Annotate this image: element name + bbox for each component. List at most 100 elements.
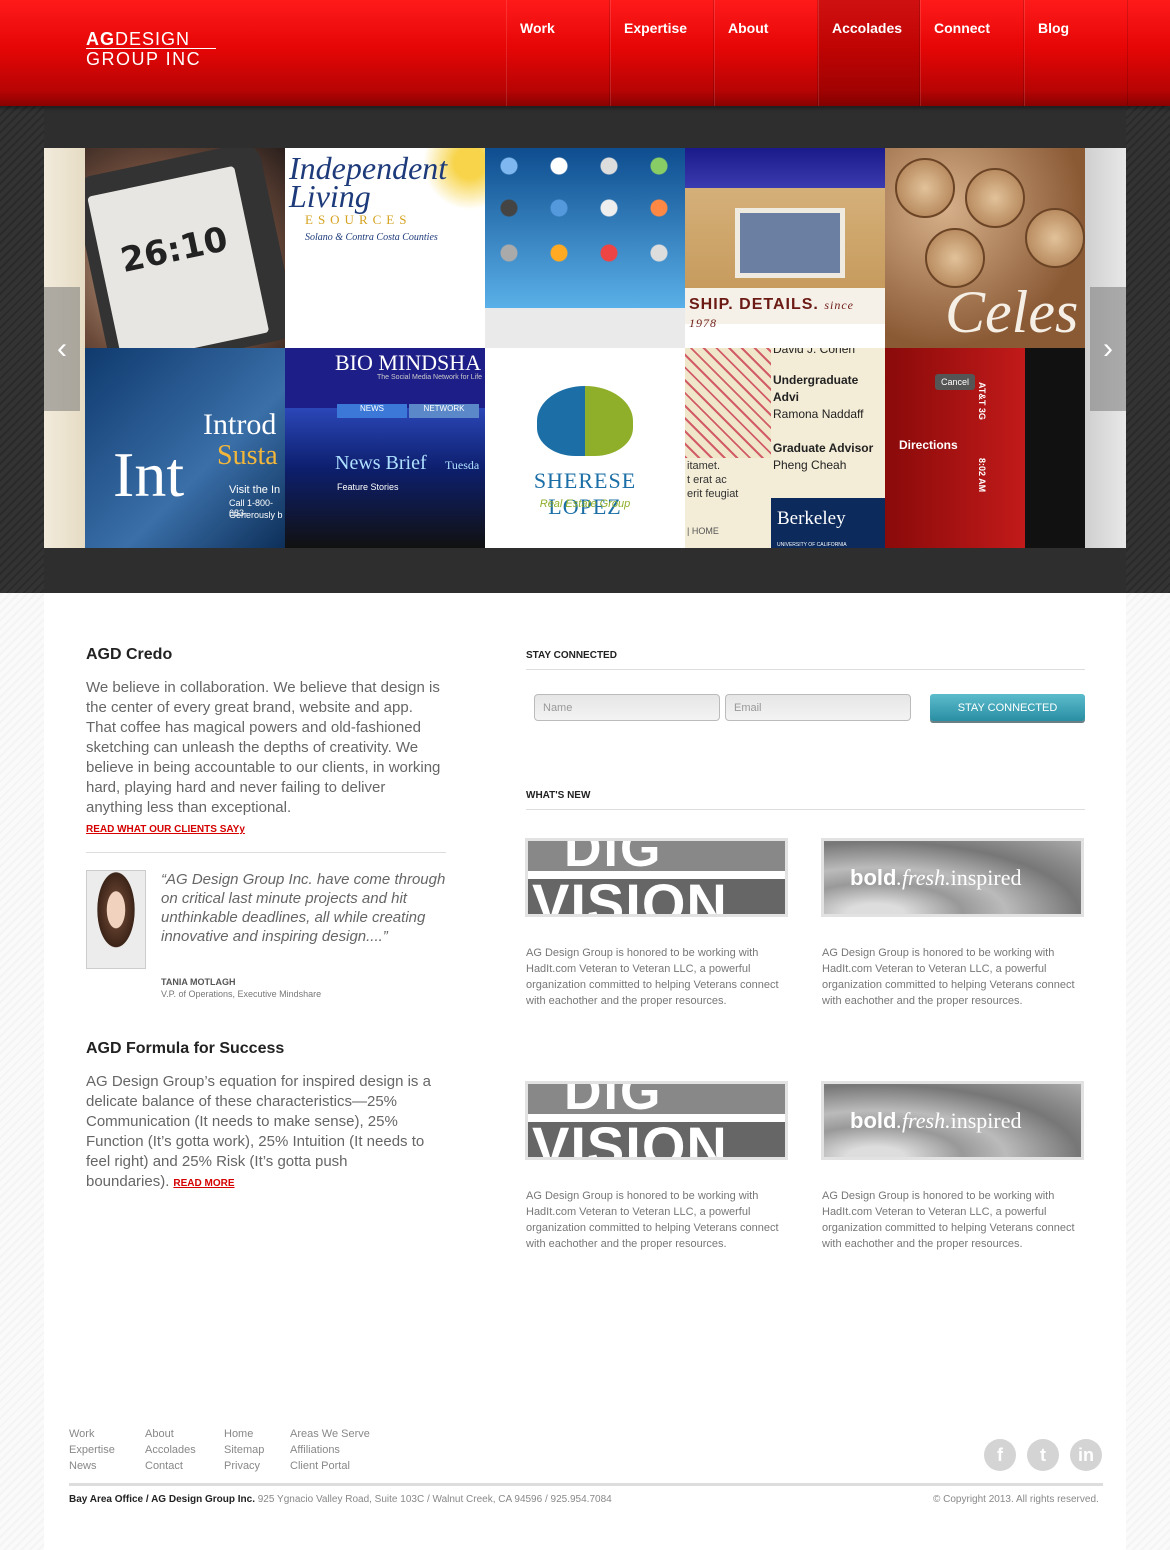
tile-intro-sustain[interactable]: Int Introd Susta Visit the In Call 1-800… <box>85 348 285 548</box>
tile-bio-tab-news: NEWS <box>337 404 407 418</box>
stay-connected-button[interactable]: STAY CONNECTED <box>930 694 1085 721</box>
testimonial-role: V.P. of Operations, Executive Mindshare <box>161 989 322 999</box>
tile-sub: Real Estate Group <box>539 498 631 510</box>
footer-link-areas[interactable]: Areas We Serve <box>290 1426 370 1442</box>
formula-body: AG Design Group’s equation for inspired … <box>86 1073 431 1190</box>
footer-rule <box>69 1483 1103 1486</box>
logo-line2: GROUP INC <box>86 48 216 68</box>
footer-link-privacy[interactable]: Privacy <box>224 1458 264 1474</box>
footer-link-news[interactable]: News <box>69 1458 115 1474</box>
news-image-vision[interactable]: DIG VISION <box>525 1081 788 1160</box>
bold-tagline: bold.fresh.inspired <box>850 865 1022 891</box>
inspired-word: inspired <box>950 865 1022 890</box>
tile-sherese-lopez[interactable]: SHERESE LOPEZ Real Estate Group <box>485 348 685 548</box>
portfolio-slider: 26:10 Independent Living ESOURCES Solano… <box>85 148 1085 548</box>
phone-screen: 26:10 <box>87 165 270 348</box>
chevron-left-icon: ‹ <box>57 332 67 365</box>
tile-intro: Introd <box>203 408 277 441</box>
whats-new-label: WHAT'S NEW <box>526 790 591 801</box>
berkeley-badge: Berkeley UNIVERSITY OF CALIFORNIA <box>771 498 885 548</box>
tile-banner: SHIP. DETAILS. since 1978 <box>685 288 885 330</box>
grad-name: Pheng Cheah <box>773 458 847 472</box>
tile-bio-mindshare[interactable]: BIO MINDSHA The Social Media Network for… <box>285 348 485 548</box>
berkeley-uni: UNIVERSITY OF CALIFORNIA <box>777 542 847 548</box>
tile-independent-living[interactable]: Independent Living ESOURCES Solano & Con… <box>285 148 485 348</box>
berkeley-text: Berkeley <box>777 508 846 529</box>
news-text: AG Design Group is honored to be working… <box>822 947 1075 1007</box>
tile-bio: BIO MINDSHA <box>335 350 482 375</box>
vision-text: VISION <box>532 872 728 917</box>
tile-bio-tab-network: NETWORK <box>409 404 479 418</box>
nav-accolades[interactable]: Accolades <box>818 0 920 106</box>
grad-label: Graduate Advisor <box>773 441 874 455</box>
tile-ipod-icons[interactable] <box>485 148 685 348</box>
linkedin-icon[interactable]: in <box>1070 1439 1102 1471</box>
cork-graphic <box>895 158 955 218</box>
credo-body: We believe in collaboration. We believe … <box>86 679 441 816</box>
nav-connect[interactable]: Connect <box>920 0 1024 106</box>
formula-body-wrap: AG Design Group’s equation for inspired … <box>86 1072 450 1194</box>
bold-word: bold <box>850 1108 897 1133</box>
tile-directions-app[interactable]: Cancel Directions AT&T 3G 8:02 AM <box>885 348 1085 548</box>
tile-meeting-manager[interactable]: 26:10 <box>85 148 285 348</box>
tile-berkeley[interactable]: itamet. t erat ac erit feugiat David J. … <box>685 348 885 548</box>
logo-ag: AG <box>86 29 115 49</box>
bold-word: bold <box>850 865 897 890</box>
tile-news-day: Tuesda <box>445 458 480 472</box>
news-image-bold[interactable]: bold.fresh.inspired <box>821 1081 1084 1160</box>
tile-subtitle-2: Solano & Contra Costa Counties <box>305 232 438 243</box>
footer-col-3: Home Sitemap Privacy <box>224 1426 264 1474</box>
chevron-right-icon: › <box>1103 332 1113 365</box>
news-image-vision[interactable]: DIG VISION <box>525 838 788 917</box>
formula-title: AGD Formula for Success <box>86 1040 285 1057</box>
footer-link-home[interactable]: Home <box>224 1426 264 1442</box>
read-clients-link[interactable]: READ WHAT OUR CLIENTS SAYy <box>86 824 245 835</box>
news-image-bold[interactable]: bold.fresh.inspired <box>821 838 1084 917</box>
footer-link-work[interactable]: Work <box>69 1426 115 1442</box>
footer-link-expertise[interactable]: Expertise <box>69 1442 115 1458</box>
tile-name: SHERESE LOPEZ <box>533 468 637 519</box>
footer-link-affiliations[interactable]: Affiliations <box>290 1442 370 1458</box>
tile-carrier: AT&T 3G <box>977 382 987 420</box>
email-input[interactable] <box>725 694 911 721</box>
nav-blog[interactable]: Blog <box>1024 0 1128 106</box>
tile-wine-corks[interactable]: Celes <box>885 148 1085 348</box>
tile-news: News Brief <box>335 452 427 474</box>
footer-link-client-portal[interactable]: Client Portal <box>290 1458 370 1474</box>
footer-link-contact[interactable]: Contact <box>145 1458 196 1474</box>
footer-link-accolades[interactable]: Accolades <box>145 1442 196 1458</box>
tile-directions: Directions <box>899 438 958 452</box>
news-text: AG Design Group is honored to be working… <box>526 947 779 1007</box>
footer-link-sitemap[interactable]: Sitemap <box>224 1442 264 1458</box>
tile-home: | HOME <box>687 526 719 536</box>
footer-address: Bay Area Office / AG Design Group Inc. 9… <box>69 1494 612 1505</box>
facebook-icon[interactable]: f <box>984 1439 1016 1471</box>
footer-col-1: Work Expertise News <box>69 1426 115 1474</box>
tile-script: Celes <box>945 279 1079 345</box>
main-nav: Work Expertise About Accolades Connect B… <box>506 0 1128 106</box>
footer-link-about[interactable]: About <box>145 1426 196 1442</box>
name-input[interactable] <box>534 694 720 721</box>
nav-about[interactable]: About <box>714 0 818 106</box>
timer-text: 26:10 <box>117 219 232 281</box>
nav-work[interactable]: Work <box>506 0 610 106</box>
logo-design: DESIGN <box>115 29 191 49</box>
twitter-icon[interactable]: t <box>1027 1439 1059 1471</box>
inspired-word: inspired <box>950 1108 1022 1133</box>
footer-col-2: About Accolades Contact <box>145 1426 196 1474</box>
site-logo[interactable]: AGDESIGN GROUP INC <box>86 30 216 68</box>
slider-prev-button[interactable]: ‹ <box>44 287 80 411</box>
app-icon-grid <box>485 148 685 298</box>
tile-feature: Feature Stories <box>337 482 399 492</box>
tile-lorem-3: erit feugiat <box>687 488 739 500</box>
slider-next-button[interactable]: › <box>1090 287 1126 411</box>
nav-expertise[interactable]: Expertise <box>610 0 714 106</box>
ug-name: Ramona Naddaff <box>773 407 864 421</box>
read-more-link[interactable]: READ MORE <box>173 1178 234 1189</box>
vision-top-band: DIG <box>528 841 785 878</box>
fresh-word: .fresh. <box>896 865 951 890</box>
stay-connected-label: STAY CONNECTED <box>526 650 617 661</box>
office-address: 925 Ygnacio Valley Road, Suite 103C / Wa… <box>257 1494 612 1505</box>
tile-house-details[interactable]: SHIP. DETAILS. since 1978 <box>685 148 885 348</box>
tile-title: Independent Living <box>289 150 448 214</box>
